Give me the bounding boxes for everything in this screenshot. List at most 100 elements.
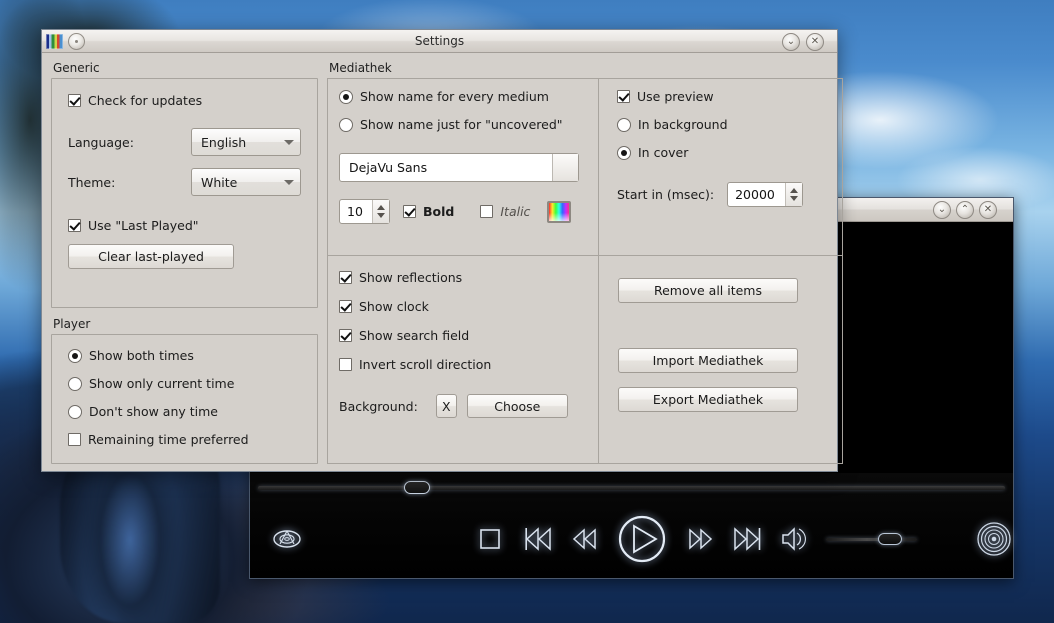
checkbox-icon <box>617 90 630 103</box>
radio-dont-show-any-time[interactable]: Don't show any time <box>68 404 301 419</box>
background-choose-button[interactable]: Choose <box>467 394 568 418</box>
chevron-up-icon[interactable] <box>377 205 385 210</box>
display-options-pane: Show reflections Show clock Show search … <box>328 255 598 463</box>
radio-show-name-every-medium[interactable]: Show name for every medium <box>339 89 587 104</box>
radio-icon <box>339 90 353 104</box>
volume-slider-handle[interactable] <box>878 533 902 545</box>
settings-spiral-icon[interactable] <box>975 519 1013 559</box>
theme-label: Theme: <box>68 175 191 190</box>
radio-show-both-times[interactable]: Show both times <box>68 348 301 363</box>
mediathek-left-pane: Show name for every medium Show name jus… <box>328 79 599 463</box>
start-in-stepper[interactable]: 20000 <box>727 182 803 207</box>
show-clock-checkbox[interactable]: Show clock <box>339 299 587 314</box>
fast-forward-icon[interactable] <box>686 522 716 556</box>
font-family-value: DejaVu Sans <box>349 160 427 175</box>
italic-checkbox[interactable]: Italic <box>480 204 530 219</box>
show-reflections-checkbox[interactable]: Show reflections <box>339 270 587 285</box>
checkbox-icon <box>68 94 81 107</box>
remove-all-items-button[interactable]: Remove all items <box>618 278 798 303</box>
player-group: Player Show both times Show only current… <box>51 317 318 464</box>
language-value: English <box>201 135 246 150</box>
radio-icon <box>68 405 82 419</box>
invert-scroll-direction-checkbox[interactable]: Invert scroll direction <box>339 357 587 372</box>
player-group-frame: Show both times Show only current time D… <box>51 334 318 464</box>
mediathek-frame: Show name for every medium Show name jus… <box>327 78 843 464</box>
radio-in-background[interactable]: In background <box>617 117 831 132</box>
export-mediathek-button[interactable]: Export Mediathek <box>618 387 798 412</box>
use-preview-checkbox[interactable]: Use preview <box>617 89 831 104</box>
player-maximize-button[interactable]: ⌃ <box>956 201 974 219</box>
stop-icon[interactable] <box>478 523 502 555</box>
show-clock-label: Show clock <box>359 299 429 314</box>
radio-dont-show-any-time-label: Don't show any time <box>89 404 218 419</box>
check-for-updates-checkbox[interactable]: Check for updates <box>68 93 301 108</box>
seek-track[interactable] <box>258 486 1005 490</box>
stepper-arrows[interactable] <box>372 200 389 223</box>
chevron-up-icon: ⌃ <box>961 205 969 215</box>
chevron-down-icon[interactable] <box>377 213 385 218</box>
radio-show-only-current-time[interactable]: Show only current time <box>68 376 301 391</box>
bold-checkbox[interactable]: Bold <box>403 204 454 219</box>
font-style-row: 10 Bold <box>339 199 587 224</box>
settings-shade-button[interactable]: ⌄ <box>782 33 800 51</box>
checkbox-icon <box>480 205 493 218</box>
page-title: Settings <box>42 34 837 48</box>
seek-handle[interactable] <box>404 481 430 494</box>
font-family-select[interactable]: DejaVu Sans <box>339 153 579 182</box>
radio-icon <box>617 146 631 160</box>
use-last-played-label: Use "Last Played" <box>88 218 199 233</box>
checkbox-icon <box>339 329 352 342</box>
start-in-label: Start in (msec): <box>617 187 714 202</box>
volume-slider[interactable] <box>826 538 917 541</box>
close-icon: ✕ <box>984 205 992 215</box>
play-icon[interactable] <box>616 512 668 566</box>
seek-bar[interactable] <box>258 473 1005 501</box>
chevron-down-icon <box>284 140 294 145</box>
invert-scroll-direction-label: Invert scroll direction <box>359 357 491 372</box>
stepper-arrows[interactable] <box>785 183 802 206</box>
background-clear-button[interactable]: X <box>436 394 457 418</box>
import-mediathek-button[interactable]: Import Mediathek <box>618 348 798 373</box>
mediathek-group: Mediathek Show name for every medium Sho… <box>327 61 843 462</box>
chevron-up-icon[interactable] <box>790 188 798 193</box>
language-label: Language: <box>68 135 191 150</box>
remaining-time-preferred-checkbox[interactable]: Remaining time preferred <box>68 432 301 447</box>
settings-titlebar[interactable]: Settings ⌄ ✕ <box>42 30 837 53</box>
radio-icon <box>68 349 82 363</box>
player-shade-button[interactable]: ⌄ <box>933 201 951 219</box>
chevron-down-icon: ⌄ <box>787 37 795 47</box>
radio-show-name-uncovered-label: Show name just for "uncovered" <box>360 117 563 132</box>
player-close-button[interactable]: ✕ <box>979 201 997 219</box>
background-row: Background: X Choose <box>339 394 587 418</box>
next-track-icon[interactable] <box>732 522 762 556</box>
font-size-value: 10 <box>347 204 363 219</box>
use-last-played-checkbox[interactable]: Use "Last Played" <box>68 218 301 233</box>
language-row: Language: English <box>68 128 301 156</box>
previous-track-icon[interactable] <box>524 522 554 556</box>
checkbox-icon <box>339 300 352 313</box>
check-for-updates-label: Check for updates <box>88 93 202 108</box>
radio-show-name-uncovered[interactable]: Show name just for "uncovered" <box>339 117 587 132</box>
theme-select[interactable]: White <box>191 168 301 196</box>
show-search-field-checkbox[interactable]: Show search field <box>339 328 587 343</box>
eject-disc-icon[interactable] <box>272 522 302 556</box>
clear-last-played-button[interactable]: Clear last-played <box>68 244 234 269</box>
volume-icon[interactable] <box>780 524 812 554</box>
font-size-stepper[interactable]: 10 <box>339 199 390 224</box>
background-label: Background: <box>339 399 418 414</box>
radio-show-both-times-label: Show both times <box>89 348 194 363</box>
generic-group: Generic Check for updates Language: Engl… <box>51 61 318 308</box>
color-picker-button[interactable] <box>547 201 571 223</box>
radio-in-cover[interactable]: In cover <box>617 145 831 160</box>
checkbox-icon <box>403 205 416 218</box>
chevron-down-icon[interactable] <box>790 196 798 201</box>
chevron-down-icon[interactable] <box>552 154 578 181</box>
checkbox-icon <box>339 271 352 284</box>
radio-icon <box>617 118 631 132</box>
language-select[interactable]: English <box>191 128 301 156</box>
generic-group-title: Generic <box>51 61 318 78</box>
settings-close-button[interactable]: ✕ <box>806 33 824 51</box>
radio-show-name-every-medium-label: Show name for every medium <box>360 89 549 104</box>
left-column: Generic Check for updates Language: Engl… <box>51 61 318 462</box>
rewind-icon[interactable] <box>570 522 600 556</box>
